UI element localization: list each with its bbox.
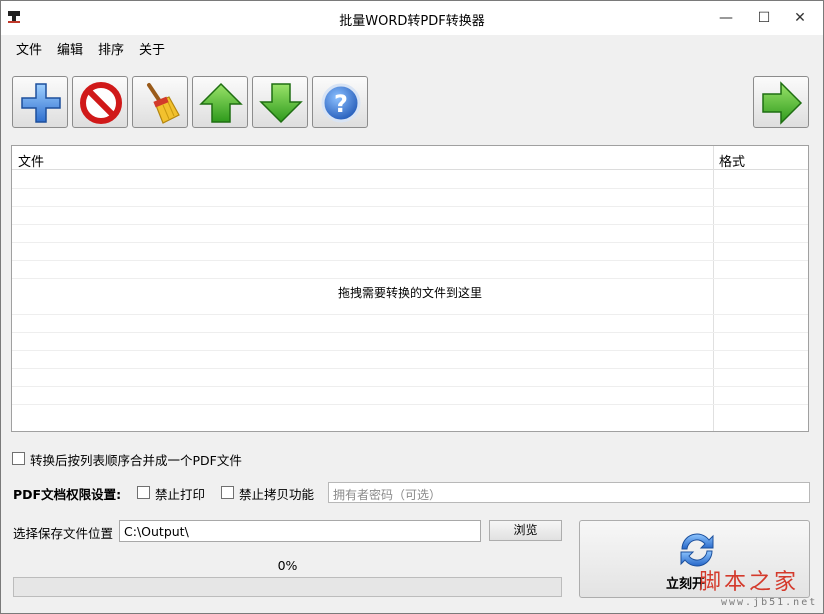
merge-checkbox[interactable] <box>12 452 25 465</box>
next-step-button[interactable] <box>753 76 809 128</box>
no-copy-checkbox[interactable] <box>221 486 234 499</box>
output-path-field[interactable]: C:\Output\ <box>119 520 481 542</box>
row-separator <box>12 332 808 333</box>
column-format[interactable]: 格式 <box>719 151 745 170</box>
menu-file[interactable]: 文件 <box>16 39 42 58</box>
add-file-button[interactable] <box>12 76 68 128</box>
watermark-url: www.jb51.net <box>721 597 818 608</box>
row-separator <box>12 314 808 315</box>
row-separator <box>12 386 808 387</box>
row-separator <box>12 350 808 351</box>
close-button[interactable]: ✕ <box>777 1 823 35</box>
row-separator <box>12 260 808 261</box>
title-bar: 批量WORD转PDF转换器 — ☐ ✕ <box>1 1 823 35</box>
row-separator <box>12 242 808 243</box>
menu-edit[interactable]: 编辑 <box>57 39 83 58</box>
window-title: 批量WORD转PDF转换器 <box>339 14 485 29</box>
menu-about[interactable]: 关于 <box>139 39 165 58</box>
browse-button[interactable]: 浏览 <box>489 520 562 541</box>
help-button[interactable]: ? <box>312 76 368 128</box>
minimize-button[interactable]: — <box>707 1 745 35</box>
output-location-label: 选择保存文件位置 <box>13 526 114 541</box>
clear-list-button[interactable] <box>132 76 188 128</box>
row-separator <box>12 278 808 279</box>
app-window: 批量WORD转PDF转换器 — ☐ ✕ 文件 编辑 排序 关于 ? 文件 格式 … <box>0 0 824 614</box>
drop-hint: 拖拽需要转换的文件到这里 <box>337 286 482 300</box>
row-separator <box>12 224 808 225</box>
row-separator <box>12 368 808 369</box>
merge-label[interactable]: 转换后按列表顺序合并成一个PDF文件 <box>30 450 242 469</box>
menu-sort[interactable]: 排序 <box>98 39 124 58</box>
move-down-button[interactable] <box>252 76 308 128</box>
row-separator <box>12 188 808 189</box>
column-file[interactable]: 文件 <box>18 151 44 170</box>
row-separator <box>12 206 808 207</box>
permissions-label: PDF文档权限设置: <box>13 487 122 502</box>
progress-bar <box>13 577 562 597</box>
file-list-header: 文件 格式 <box>12 146 808 170</box>
no-copy-label[interactable]: 禁止拷贝功能 <box>239 484 314 503</box>
no-print-checkbox[interactable] <box>137 486 150 499</box>
no-print-label[interactable]: 禁止打印 <box>155 484 205 503</box>
move-up-button[interactable] <box>192 76 248 128</box>
watermark-text: 脚本之家 <box>699 570 800 595</box>
remove-file-button[interactable] <box>72 76 128 128</box>
progress-percent: 0% <box>277 558 298 573</box>
owner-password-field[interactable]: 拥有者密码（可选） <box>328 482 810 503</box>
menu-bar: 文件 编辑 排序 关于 <box>1 35 823 59</box>
file-list[interactable]: 文件 格式 拖拽需要转换的文件到这里 <box>11 145 809 432</box>
row-separator <box>12 404 808 405</box>
svg-text:?: ? <box>334 90 348 118</box>
